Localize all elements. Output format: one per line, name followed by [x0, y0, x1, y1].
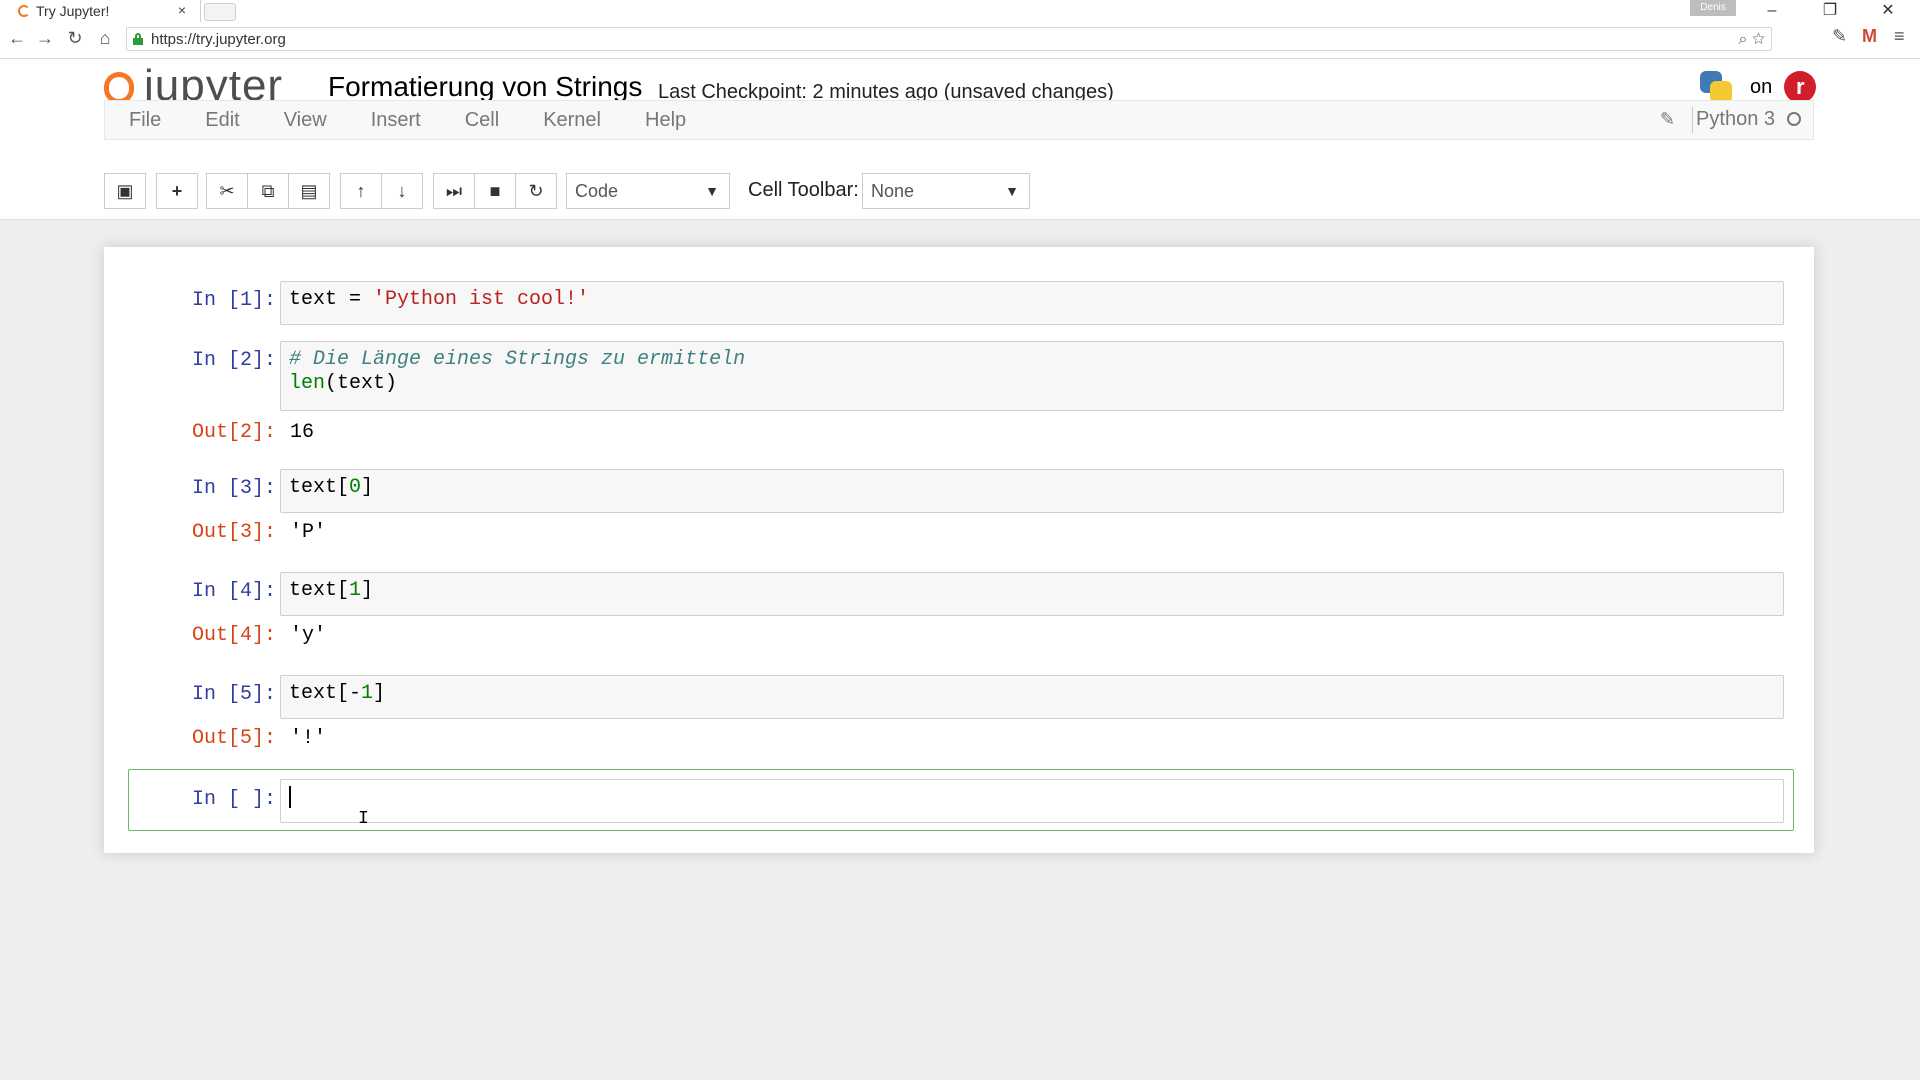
forward-button[interactable]: → [34, 28, 56, 49]
extension-tools-icon[interactable]: ✎ [1832, 26, 1847, 47]
close-window-button[interactable]: ✕ [1868, 0, 1908, 22]
arrow-up-icon: ↑ [356, 180, 366, 201]
save-button[interactable]: ▣ [104, 173, 146, 209]
menu-edit[interactable]: Edit [183, 109, 261, 132]
copy-button[interactable]: ⧉ [247, 173, 289, 209]
menu-kernel[interactable]: Kernel [521, 109, 623, 132]
cell-output: 'P' [290, 521, 327, 544]
run-icon: ⏭ [445, 180, 463, 201]
cell-input[interactable]: text[1] [280, 572, 1784, 616]
menu-file[interactable]: File [105, 109, 183, 132]
chevron-down-icon: ▼ [1005, 183, 1019, 199]
in-prompt: In [3]: [191, 477, 276, 500]
home-button[interactable]: ⌂ [94, 28, 116, 49]
cell-toolbar-label: Cell Toolbar: [748, 179, 859, 201]
restart-icon: ↻ [528, 180, 544, 201]
cell-output: 16 [290, 421, 315, 444]
notebook-container: In [1]: text = 'Python ist cool!' In [2]… [104, 247, 1814, 853]
edit-mode-pencil-icon: ✎ [1659, 109, 1675, 129]
minimize-button[interactable]: – [1752, 0, 1792, 22]
copy-icon: ⧉ [261, 180, 275, 201]
kernel-name[interactable]: Python 3 [1696, 108, 1775, 131]
chevron-down-icon: ▼ [705, 183, 719, 199]
cell-toolbar-select[interactable]: None ▼ [862, 173, 1030, 209]
scissors-icon: ✂ [219, 180, 235, 201]
move-up-button[interactable]: ↑ [340, 173, 382, 209]
url-field[interactable]: https://try.jupyter.org ⌕ ☆ [126, 27, 1772, 51]
text-cursor [289, 786, 291, 808]
lock-icon [133, 33, 143, 45]
paste-button[interactable]: ▤ [288, 173, 330, 209]
cell-output: '!' [290, 727, 327, 750]
profile-badge[interactable]: Denis [1690, 0, 1736, 16]
mouse-ibeam-cursor-icon: I [358, 809, 369, 829]
tab-title: Try Jupyter! [36, 3, 110, 19]
menu-view[interactable]: View [262, 109, 349, 132]
cut-button[interactable]: ✂ [206, 173, 248, 209]
new-tab-button[interactable] [204, 3, 236, 21]
cell-input[interactable]: text = 'Python ist cool!' [280, 281, 1784, 325]
in-prompt: In [ ]: [191, 788, 276, 811]
code-comment: # Die Länge eines Strings zu ermitteln [289, 348, 746, 371]
rackspace-logo-icon: r [1784, 71, 1817, 103]
notebook-toolbar: ▣ + ✂ ⧉ ▤ ↑ ↓ ⏭ ■ ↻ Code ▼ Cell Toolbar:… [104, 173, 1104, 209]
cell-input[interactable]: # Die Länge eines Strings zu ermitteln le… [280, 341, 1784, 411]
back-button[interactable]: ← [6, 28, 28, 49]
stop-icon: ■ [489, 180, 501, 201]
reload-button[interactable]: ↻ [64, 28, 86, 49]
menubar: File Edit View Insert Cell Kernel Help ✎… [104, 100, 1814, 140]
in-prompt: In [1]: [191, 289, 276, 312]
plus-icon: + [171, 180, 183, 201]
paste-icon: ▤ [300, 180, 318, 201]
restart-kernel-button[interactable]: ↻ [515, 173, 557, 209]
menu-insert[interactable]: Insert [349, 109, 443, 132]
browser-tab[interactable]: Try Jupyter! × [4, 0, 201, 22]
tab-close-icon[interactable]: × [178, 2, 186, 18]
in-prompt: In [4]: [191, 580, 276, 603]
jupyter-header: jupyter Formatierung von Strings Last Ch… [0, 59, 1920, 220]
notebook-title[interactable]: Formatierung von Strings [328, 71, 642, 103]
browser-tab-bar: Try Jupyter! × Denis – ❐ ✕ [0, 0, 1920, 22]
zoom-icon[interactable]: ⌕ [1739, 31, 1748, 48]
run-cell-button[interactable]: ⏭ [433, 173, 475, 209]
cell-output: 'y' [290, 624, 327, 647]
on-label: on [1750, 75, 1773, 98]
cell-input[interactable]: text[0] [280, 469, 1784, 513]
cell-input[interactable]: text[-1] [280, 675, 1784, 719]
out-prompt: Out[4]: [191, 624, 276, 647]
out-prompt: Out[5]: [191, 727, 276, 750]
insert-cell-button[interactable]: + [156, 173, 198, 209]
in-prompt: In [2]: [191, 349, 276, 372]
save-icon: ▣ [116, 180, 134, 201]
out-prompt: Out[2]: [191, 421, 276, 444]
bookmark-star-icon[interactable]: ☆ [1752, 31, 1765, 48]
menu-cell[interactable]: Cell [443, 109, 521, 132]
cell-type-select[interactable]: Code ▼ [566, 173, 730, 209]
gmail-extension-icon[interactable]: M [1862, 26, 1877, 47]
arrow-down-icon: ↓ [397, 180, 407, 201]
interrupt-button[interactable]: ■ [474, 173, 516, 209]
cell-type-value: Code [575, 181, 619, 201]
menu-help[interactable]: Help [623, 109, 708, 132]
browser-menu-icon[interactable]: ≡ [1894, 26, 1905, 47]
jupyter-favicon-icon [18, 5, 30, 17]
kernel-separator [1692, 107, 1693, 133]
cell-toolbar-value: None [871, 181, 915, 201]
zoom-star-icons[interactable]: ⌕ ☆ [1739, 28, 1765, 52]
address-bar-row: ← → ↻ ⌂ https://try.jupyter.org ⌕ ☆ ✎ M … [0, 22, 1920, 59]
in-prompt: In [5]: [191, 683, 276, 706]
url-text: https://try.jupyter.org [151, 31, 286, 48]
out-prompt: Out[3]: [191, 521, 276, 544]
cell-input-active[interactable] [280, 779, 1784, 823]
kernel-idle-icon [1787, 112, 1801, 126]
restore-button[interactable]: ❐ [1810, 0, 1850, 22]
move-down-button[interactable]: ↓ [381, 173, 423, 209]
